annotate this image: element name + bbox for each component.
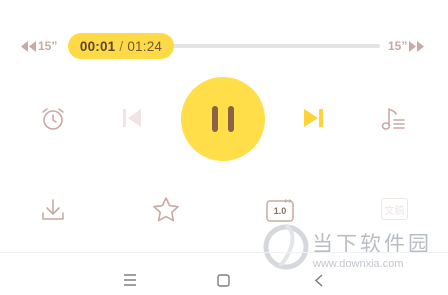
download-icon[interactable]: [40, 197, 66, 223]
current-time: 00:01: [79, 38, 116, 54]
back-icon[interactable]: [314, 274, 323, 287]
progress-thumb[interactable]: 00:01 / 01:24: [68, 33, 174, 59]
rewind-label: 15”: [38, 39, 58, 53]
transcript-button[interactable]: 文稿: [381, 198, 408, 220]
duration: 01:24: [127, 38, 163, 54]
forward-label: 15”: [388, 39, 408, 53]
home-icon[interactable]: [217, 274, 230, 287]
time-separator: /: [119, 38, 124, 54]
pause-button[interactable]: [181, 77, 265, 161]
pause-icon: [212, 106, 218, 132]
transcript-label: 文稿: [384, 205, 405, 217]
alarm-clock-icon[interactable]: [40, 106, 66, 132]
playback-speed-button[interactable]: 1.0: [266, 198, 294, 222]
speed-label: 1.0: [273, 206, 287, 216]
star-icon[interactable]: [152, 196, 180, 223]
rewind-15-button[interactable]: 15”: [21, 39, 57, 53]
forward-15-button[interactable]: 15”: [388, 39, 425, 53]
playlist-icon[interactable]: [380, 105, 406, 133]
fast-forward-icon: [409, 40, 425, 52]
rewind-icon: [21, 40, 36, 52]
skip-previous-icon[interactable]: [120, 106, 144, 130]
skip-next-icon[interactable]: [302, 106, 326, 130]
menu-icon[interactable]: [123, 274, 137, 286]
